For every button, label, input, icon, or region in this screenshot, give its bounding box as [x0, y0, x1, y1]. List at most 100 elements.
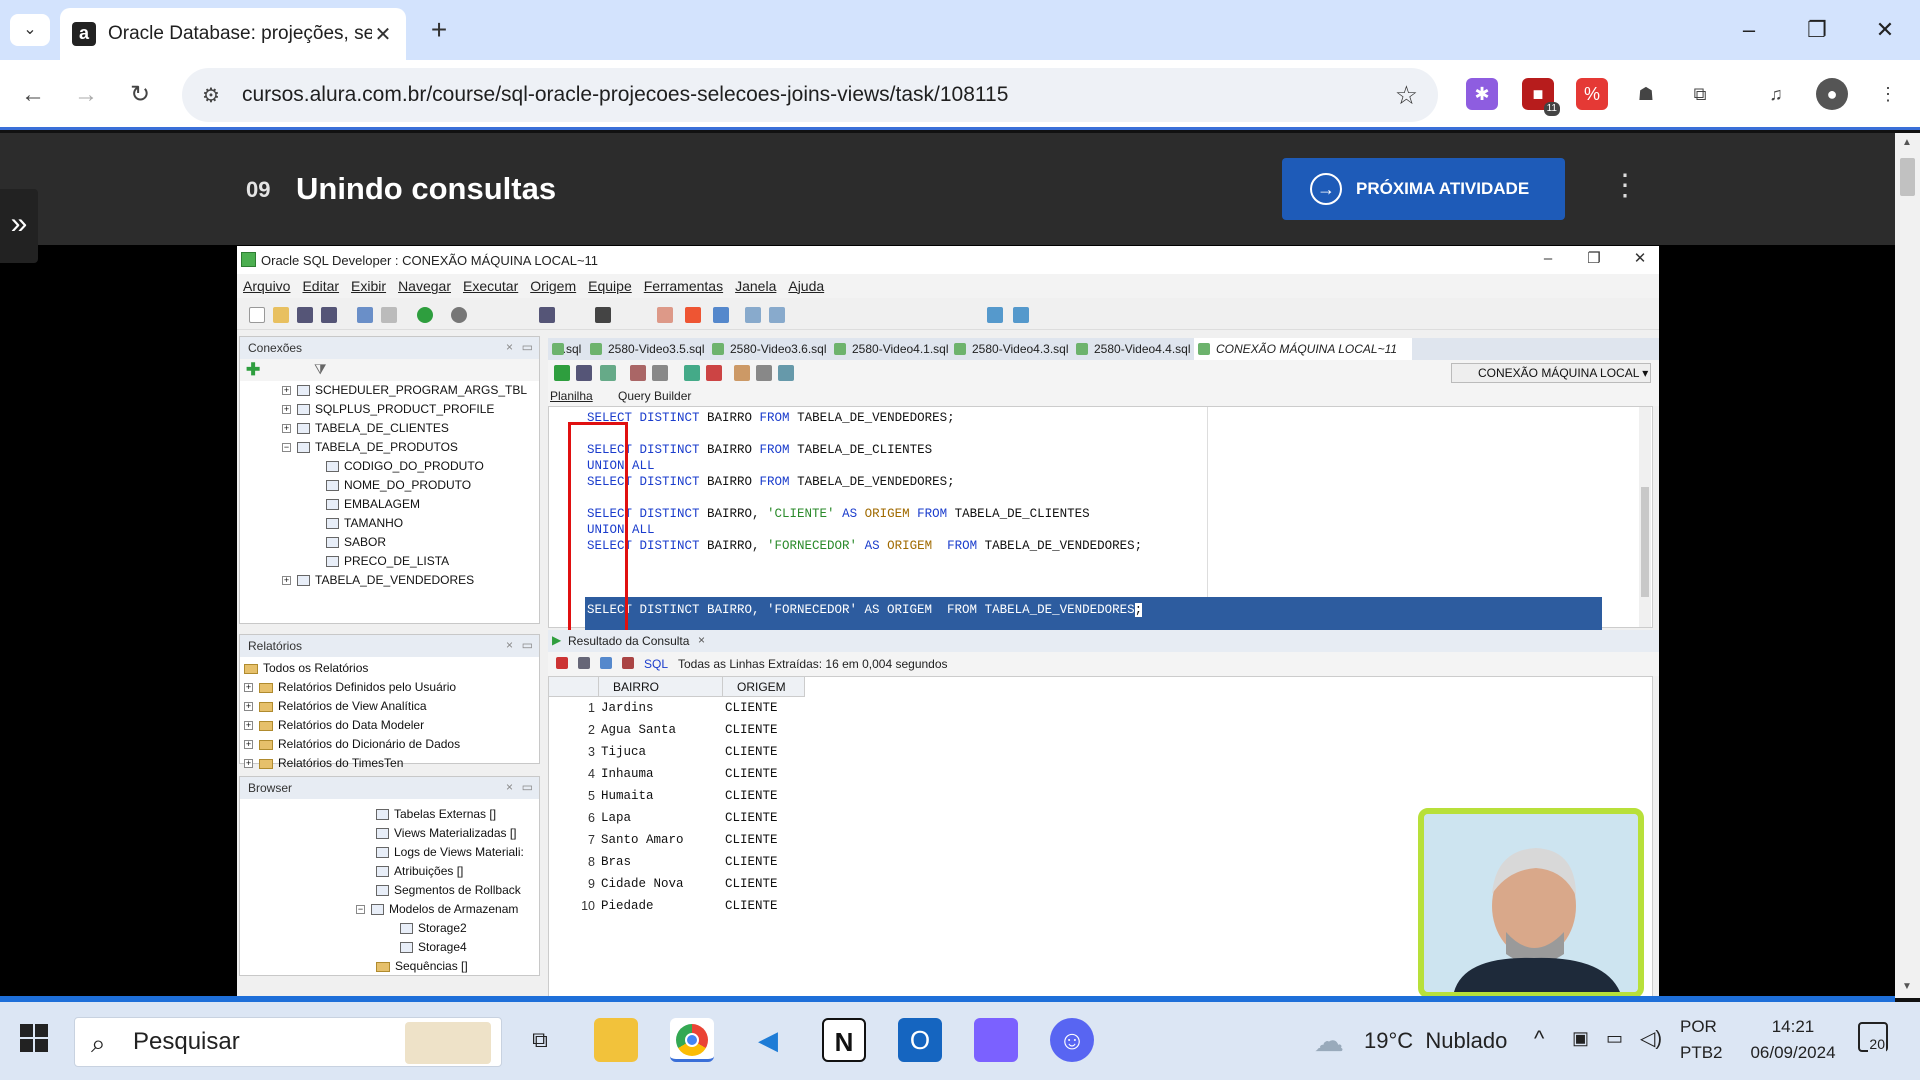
table-row: 3 Tijuca CLIENTE: [588, 745, 778, 759]
extension-percent-icon[interactable]: %: [1576, 78, 1608, 110]
browser-toolbar: ← → ↻ ⚙ cursos.alura.com.br/course/sql-o…: [0, 60, 1920, 130]
rollback-icon: [630, 365, 646, 381]
site-info-icon[interactable]: ⚙: [202, 83, 220, 108]
table-row: 6 Lapa CLIENTE: [588, 811, 778, 825]
tree-node: NOME_DO_PRODUTO: [326, 476, 471, 494]
close-window-button[interactable]: ✕: [1862, 10, 1908, 50]
lesson-menu-icon[interactable]: ⋮: [1610, 168, 1640, 203]
tool-c-icon: [713, 307, 729, 323]
language-indicator[interactable]: POR PTB2: [1680, 1014, 1723, 1066]
clear-icon: [706, 365, 722, 381]
nav-forward-icon: [1013, 307, 1029, 323]
taskbar-search[interactable]: ⌕ Pesquisar: [74, 1017, 502, 1067]
run-statement-icon: [554, 365, 570, 381]
lesson-header: 09 Unindo consultas → PRÓXIMA ATIVIDADE …: [0, 133, 1895, 245]
reports-tree: Todos os Relatórios + Relatórios Definido…: [240, 657, 539, 770]
menu-item: Ajuda: [788, 278, 825, 294]
results-tabs: ▶ Resultado da Consulta ×: [548, 630, 1659, 652]
profile-avatar[interactable]: ●: [1816, 78, 1848, 110]
windows-start-icon[interactable]: [20, 1024, 48, 1052]
tab-close-icon[interactable]: ✕: [372, 22, 394, 47]
editor-tab: 2580-Video4.4.sql: [1072, 338, 1191, 360]
extension-robot-icon[interactable]: ☗: [1630, 78, 1662, 110]
media-controls-icon[interactable]: ♫: [1760, 78, 1792, 110]
code-line: SELECT DISTINCT BAIRRO FROM TABELA_DE_CL…: [587, 443, 933, 457]
extension-gear-icon[interactable]: ✱: [1466, 78, 1498, 110]
instructor-webcam: [1418, 808, 1644, 998]
scrollbar-thumb[interactable]: [1900, 158, 1915, 196]
tree-node: + SCHEDULER_PROGRAM_ARGS_TBL: [282, 383, 528, 397]
extension-shield-icon[interactable]: ■ 11: [1522, 78, 1560, 116]
lesson-number: 09: [246, 177, 271, 202]
address-bar[interactable]: ⚙ cursos.alura.com.br/course/sql-oracle-…: [182, 68, 1438, 122]
clock[interactable]: 14:21 06/09/2024: [1738, 1014, 1848, 1066]
next-activity-label: PRÓXIMA ATIVIDADE: [1356, 179, 1530, 198]
editor-tab-active: CONEXÃO MÁQUINA LOCAL~11: [1194, 338, 1412, 360]
debug-icon: [451, 307, 467, 323]
subtab-worksheet: Planilha: [550, 389, 593, 403]
delete-icon: [622, 657, 634, 669]
network-icon[interactable]: ▭: [1606, 1028, 1623, 1049]
tree-node: Atribuições []: [376, 862, 463, 880]
tree-node: + Relatórios Definidos pelo Usuário: [244, 680, 457, 694]
instructor-figure: [1424, 814, 1638, 992]
windows-taskbar: ⌕ Pesquisar ⧉ ◀ N O ☺ ☁ 19°C Nublado ^ ▣…: [0, 1002, 1920, 1080]
extension-badge: 11: [1543, 102, 1560, 116]
tray-chevron-icon[interactable]: ^: [1534, 1026, 1544, 1052]
sqldev-window-title: Oracle SQL Developer : CONEXÃO MÁQUINA L…: [261, 252, 599, 268]
connections-tree: + SCHEDULER_PROGRAM_ARGS_TBL + SQLPLUS_PRO…: [240, 381, 539, 611]
page-scrollbar[interactable]: ▲ ▼: [1895, 133, 1920, 998]
tree-node: + TABELA_DE_VENDEDORES: [282, 573, 475, 587]
print-icon: [578, 657, 590, 669]
discord-icon[interactable]: ☺: [1050, 1018, 1094, 1062]
extensions-puzzle-icon[interactable]: ⧉: [1684, 78, 1716, 110]
search-bird-illustration: [405, 1022, 491, 1064]
sql-icon: [539, 307, 555, 323]
reports-panel: Relatórios × ▭ Todos os Relatórios + Relató…: [239, 634, 540, 770]
reports-title: Relatórios × ▭: [240, 635, 539, 657]
outlook-icon[interactable]: O: [898, 1018, 942, 1062]
notifications-icon[interactable]: 20: [1858, 1022, 1888, 1052]
back-icon[interactable]: ←: [15, 77, 51, 113]
editor-tab: 2580-Video4.3.sql: [950, 338, 1069, 360]
volume-icon[interactable]: ◁): [1640, 1026, 1662, 1051]
notion-icon[interactable]: N: [822, 1018, 866, 1062]
sqldev-titlebar: Oracle SQL Developer : CONEXÃO MÁQUINA L…: [237, 246, 1659, 274]
nav-back-icon: [987, 307, 1003, 323]
tree-node: Storage2: [400, 919, 467, 937]
sqldev-close-icon: ✕: [1633, 250, 1647, 267]
menu-kebab-icon[interactable]: ⋮: [1872, 78, 1904, 110]
browser-tab-active[interactable]: a Oracle Database: projeções, sele ✕: [60, 8, 406, 60]
forward-icon[interactable]: →: [68, 77, 104, 113]
next-activity-button[interactable]: → PRÓXIMA ATIVIDADE: [1282, 158, 1565, 220]
bookmark-star-icon[interactable]: ☆: [1395, 80, 1418, 111]
sqldev-minimize-icon: –: [1543, 250, 1553, 267]
run-icon: [417, 307, 433, 323]
find-icon: [595, 307, 611, 323]
tab-search-button[interactable]: ⌄: [10, 14, 50, 46]
menu-item: Ferramentas: [643, 278, 724, 294]
file-explorer-icon[interactable]: [594, 1018, 638, 1062]
url-text[interactable]: cursos.alura.com.br/course/sql-oracle-pr…: [242, 83, 1395, 107]
clock-time: 14:21: [1771, 1017, 1815, 1036]
tree-node: PRECO_DE_LISTA: [326, 552, 449, 570]
results-tab: Resultado da Consulta: [568, 634, 690, 648]
menu-item: Origem: [530, 278, 577, 294]
restore-button[interactable]: ❐: [1794, 10, 1840, 50]
copilot-icon[interactable]: [974, 1018, 1018, 1062]
vscode-icon[interactable]: ◀: [746, 1018, 790, 1062]
new-tab-button[interactable]: +: [422, 14, 456, 48]
reload-icon[interactable]: ↻: [122, 77, 158, 113]
explain-icon: [652, 365, 668, 381]
tree-node: Sequências []: [376, 957, 468, 975]
table-row: 10 Piedade CLIENTE: [581, 899, 778, 913]
chrome-icon[interactable]: [670, 1018, 714, 1062]
minimize-button[interactable]: –: [1726, 10, 1772, 50]
expand-sidebar-icon[interactable]: »: [0, 189, 38, 263]
tree-node: − TABELA_DE_PRODUTOS: [282, 440, 458, 454]
results-toolbar: SQL Todas as Linhas Extraídas: 16 em 0,0…: [548, 652, 1659, 676]
panel-minimize-icon: ▭: [521, 638, 533, 652]
editor-tab: 2580-Video3.6.sql: [708, 338, 827, 360]
task-view-icon[interactable]: ⧉: [518, 1018, 562, 1062]
weather-text[interactable]: 19°C Nublado: [1364, 1028, 1507, 1054]
